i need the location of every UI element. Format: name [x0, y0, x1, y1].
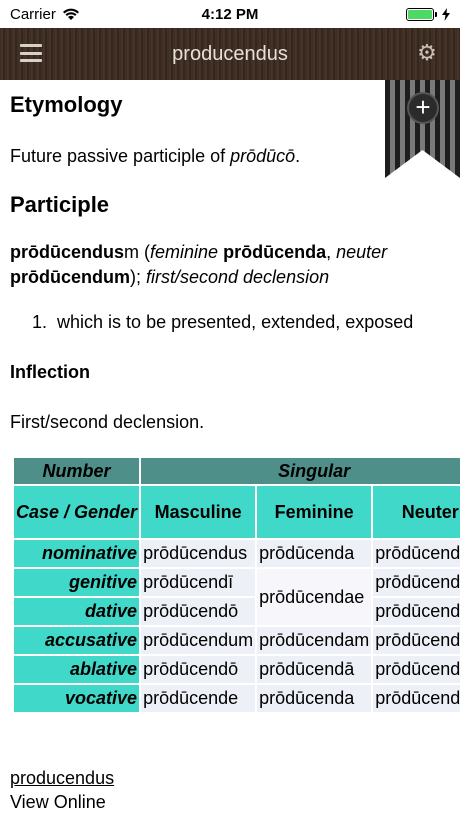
form-cell[interactable]: prōdūcendī: [141, 569, 256, 596]
form-cell[interactable]: prōdūcendum: [373, 540, 460, 567]
wifi-icon: [62, 8, 79, 20]
table-row: accusative prōdūcendum prōdūcendam prōdū…: [14, 627, 460, 654]
plus-icon[interactable]: +: [407, 92, 439, 124]
form-cell[interactable]: prōdūcendus: [141, 540, 256, 567]
table-row: vocative prōdūcende prōdūcenda prōdūcend…: [14, 685, 460, 712]
form-cell[interactable]: prōdūcenda: [257, 685, 372, 712]
form-cell[interactable]: prōdūcendō: [141, 598, 256, 625]
form-cell[interactable]: prōdūcendō: [373, 656, 460, 683]
headword-line: prōdūcendusm (feminine prōdūcenda, neute…: [10, 242, 388, 262]
form-cell[interactable]: prōdūcende: [141, 685, 256, 712]
carrier-label: Carrier: [10, 5, 56, 23]
status-bar: Carrier 4:12 PM: [0, 0, 460, 28]
view-online-link[interactable]: View Online: [10, 792, 106, 813]
battery-icon: [406, 7, 437, 21]
etymology-heading: Etymology: [10, 92, 123, 117]
etymology-source-link[interactable]: prōdūcō: [230, 146, 295, 166]
headword: prōdūcendus: [10, 242, 125, 262]
column-neuter: Neuter: [373, 486, 460, 538]
hamburger-icon[interactable]: [20, 44, 42, 62]
gear-icon[interactable]: ⚙: [416, 42, 438, 64]
column-masculine: Masculine: [141, 486, 256, 538]
sense-item: 1. which is to be presented, extended, e…: [32, 312, 414, 332]
page-title: producendus: [172, 42, 288, 65]
source-link[interactable]: producendus: [10, 768, 114, 789]
feminine-form-link[interactable]: prōdūcenda: [223, 242, 326, 262]
etymology-text: Future passive participle of prōdūcō.: [10, 146, 301, 166]
table-row: dative prōdūcendō prōdūcendō: [14, 598, 460, 625]
singular-header: Singular: [141, 458, 460, 484]
bookmark-ribbon-icon[interactable]: +: [385, 80, 460, 180]
inflection-text: First/second declension.: [10, 412, 205, 432]
case-label: dative: [14, 598, 140, 625]
form-cell[interactable]: prōdūcendī: [373, 569, 460, 596]
nav-bar: producendus ⚙: [0, 28, 460, 80]
case-label: accusative: [14, 627, 140, 654]
form-cell[interactable]: prōdūcendā: [257, 656, 372, 683]
column-feminine: Feminine: [257, 486, 372, 538]
case-label: nominative: [14, 540, 140, 567]
form-cell[interactable]: prōdūcendam: [257, 627, 372, 654]
neuter-form-link[interactable]: prōdūcendum: [10, 267, 130, 287]
case-gender-header: Case / Gender: [14, 486, 140, 538]
form-cell[interactable]: prōdūcendō: [141, 656, 256, 683]
headword-line-2: prōdūcendum); first/second declension: [10, 267, 330, 287]
case-label: ablative: [14, 656, 140, 683]
form-cell[interactable]: prōdūcendum: [373, 627, 460, 654]
number-header: Number: [14, 458, 140, 484]
form-cell[interactable]: prōdūcendum: [373, 685, 460, 712]
inflection-heading: Inflection: [10, 362, 90, 382]
form-cell[interactable]: prōdūcendō: [373, 598, 460, 625]
form-cell[interactable]: prōdūcenda: [257, 540, 372, 567]
case-label: genitive: [14, 569, 140, 596]
table-row: genitive prōdūcendī prōdūcendae prōdūcen…: [14, 569, 460, 625]
inflection-table: Number Singular Case / Gender Masculine …: [12, 456, 460, 714]
table-row: nominative prōdūcendus prōdūcenda prōdūc…: [14, 540, 460, 567]
participle-heading: Participle: [10, 192, 110, 217]
case-label: vocative: [14, 685, 140, 712]
form-cell[interactable]: prōdūcendum: [141, 627, 256, 654]
form-cell[interactable]: prōdūcendae: [257, 569, 372, 625]
table-row: ablative prōdūcendō prōdūcendā prōdūcend…: [14, 656, 460, 683]
bolt-icon: [442, 7, 450, 21]
